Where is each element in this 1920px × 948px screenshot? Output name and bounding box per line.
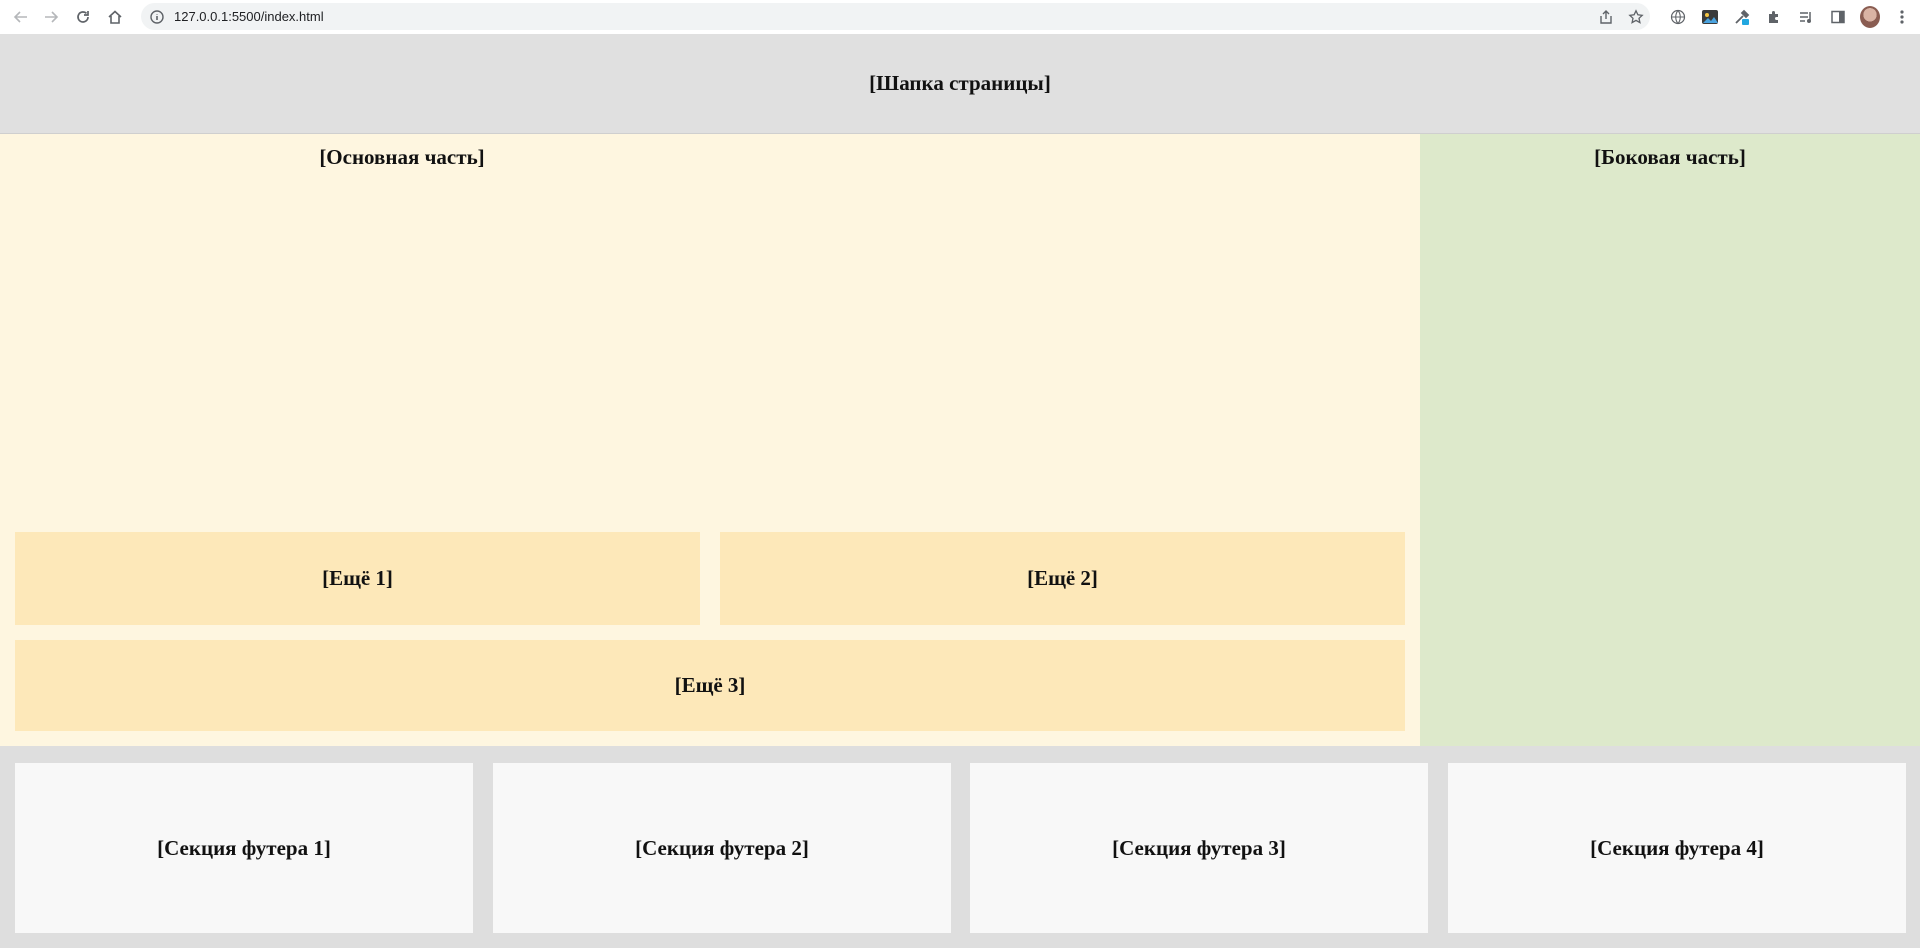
sidebar-section: [Боковая часть] (1420, 134, 1920, 746)
header-title: [Шапка страницы] (869, 71, 1051, 95)
more-block-1: [Ещё 1] (15, 532, 700, 625)
media-control-icon[interactable] (1796, 7, 1816, 27)
back-arrow-icon[interactable] (10, 6, 32, 28)
page-header: [Шапка страницы] (0, 34, 1920, 134)
extension-eyedropper-icon[interactable] (1732, 7, 1752, 27)
translate-icon[interactable] (1668, 7, 1688, 27)
footer-section-2: [Секция футера 2] (493, 763, 951, 933)
home-icon[interactable] (104, 6, 126, 28)
profile-avatar[interactable] (1860, 6, 1880, 28)
footer-section-4: [Секция футера 4] (1448, 763, 1906, 933)
more-label-3: [Ещё 3] (674, 673, 746, 697)
browser-toolbar: 127.0.0.1:5500/index.html (0, 0, 1920, 34)
url-text[interactable]: 127.0.0.1:5500/index.html (174, 9, 324, 24)
more-label-2: [Ещё 2] (1027, 566, 1098, 590)
page-footer: [Секция футера 1] [Секция футера 2] [Сек… (0, 746, 1920, 948)
reload-icon[interactable] (72, 6, 94, 28)
site-info-icon[interactable] (149, 9, 165, 25)
extension-image-icon[interactable] (1700, 7, 1720, 27)
footer-section-label-4: [Секция футера 4] (1590, 835, 1764, 860)
share-icon[interactable] (1598, 9, 1614, 25)
footer-section-label-3: [Секция футера 3] (1112, 835, 1286, 860)
address-bar[interactable]: 127.0.0.1:5500/index.html (141, 3, 1650, 30)
sidebar-title: [Боковая часть] (1594, 145, 1746, 169)
footer-section-label-1: [Секция футера 1] (157, 835, 331, 860)
more-block-2: [Ещё 2] (720, 532, 1405, 625)
footer-section-3: [Секция футера 3] (970, 763, 1428, 933)
footer-section-1: [Секция футера 1] (15, 763, 473, 933)
more-label-1: [Ещё 1] (322, 566, 393, 590)
main-section: [Основная часть] [Ещё 1] [Ещё 2] [Ещё 3] (0, 134, 1420, 746)
main-title: [Основная часть] (319, 145, 485, 169)
footer-section-label-2: [Секция футера 2] (635, 835, 809, 860)
more-block-3: [Ещё 3] (15, 640, 1405, 731)
forward-arrow-icon[interactable] (40, 6, 62, 28)
extensions-puzzle-icon[interactable] (1764, 7, 1784, 27)
bookmark-star-icon[interactable] (1628, 8, 1644, 25)
page-viewport: [Шапка страницы] [Основная часть] [Ещё 1… (0, 34, 1920, 948)
menu-kebab-icon[interactable] (1892, 7, 1912, 27)
side-panel-icon[interactable] (1828, 7, 1848, 27)
